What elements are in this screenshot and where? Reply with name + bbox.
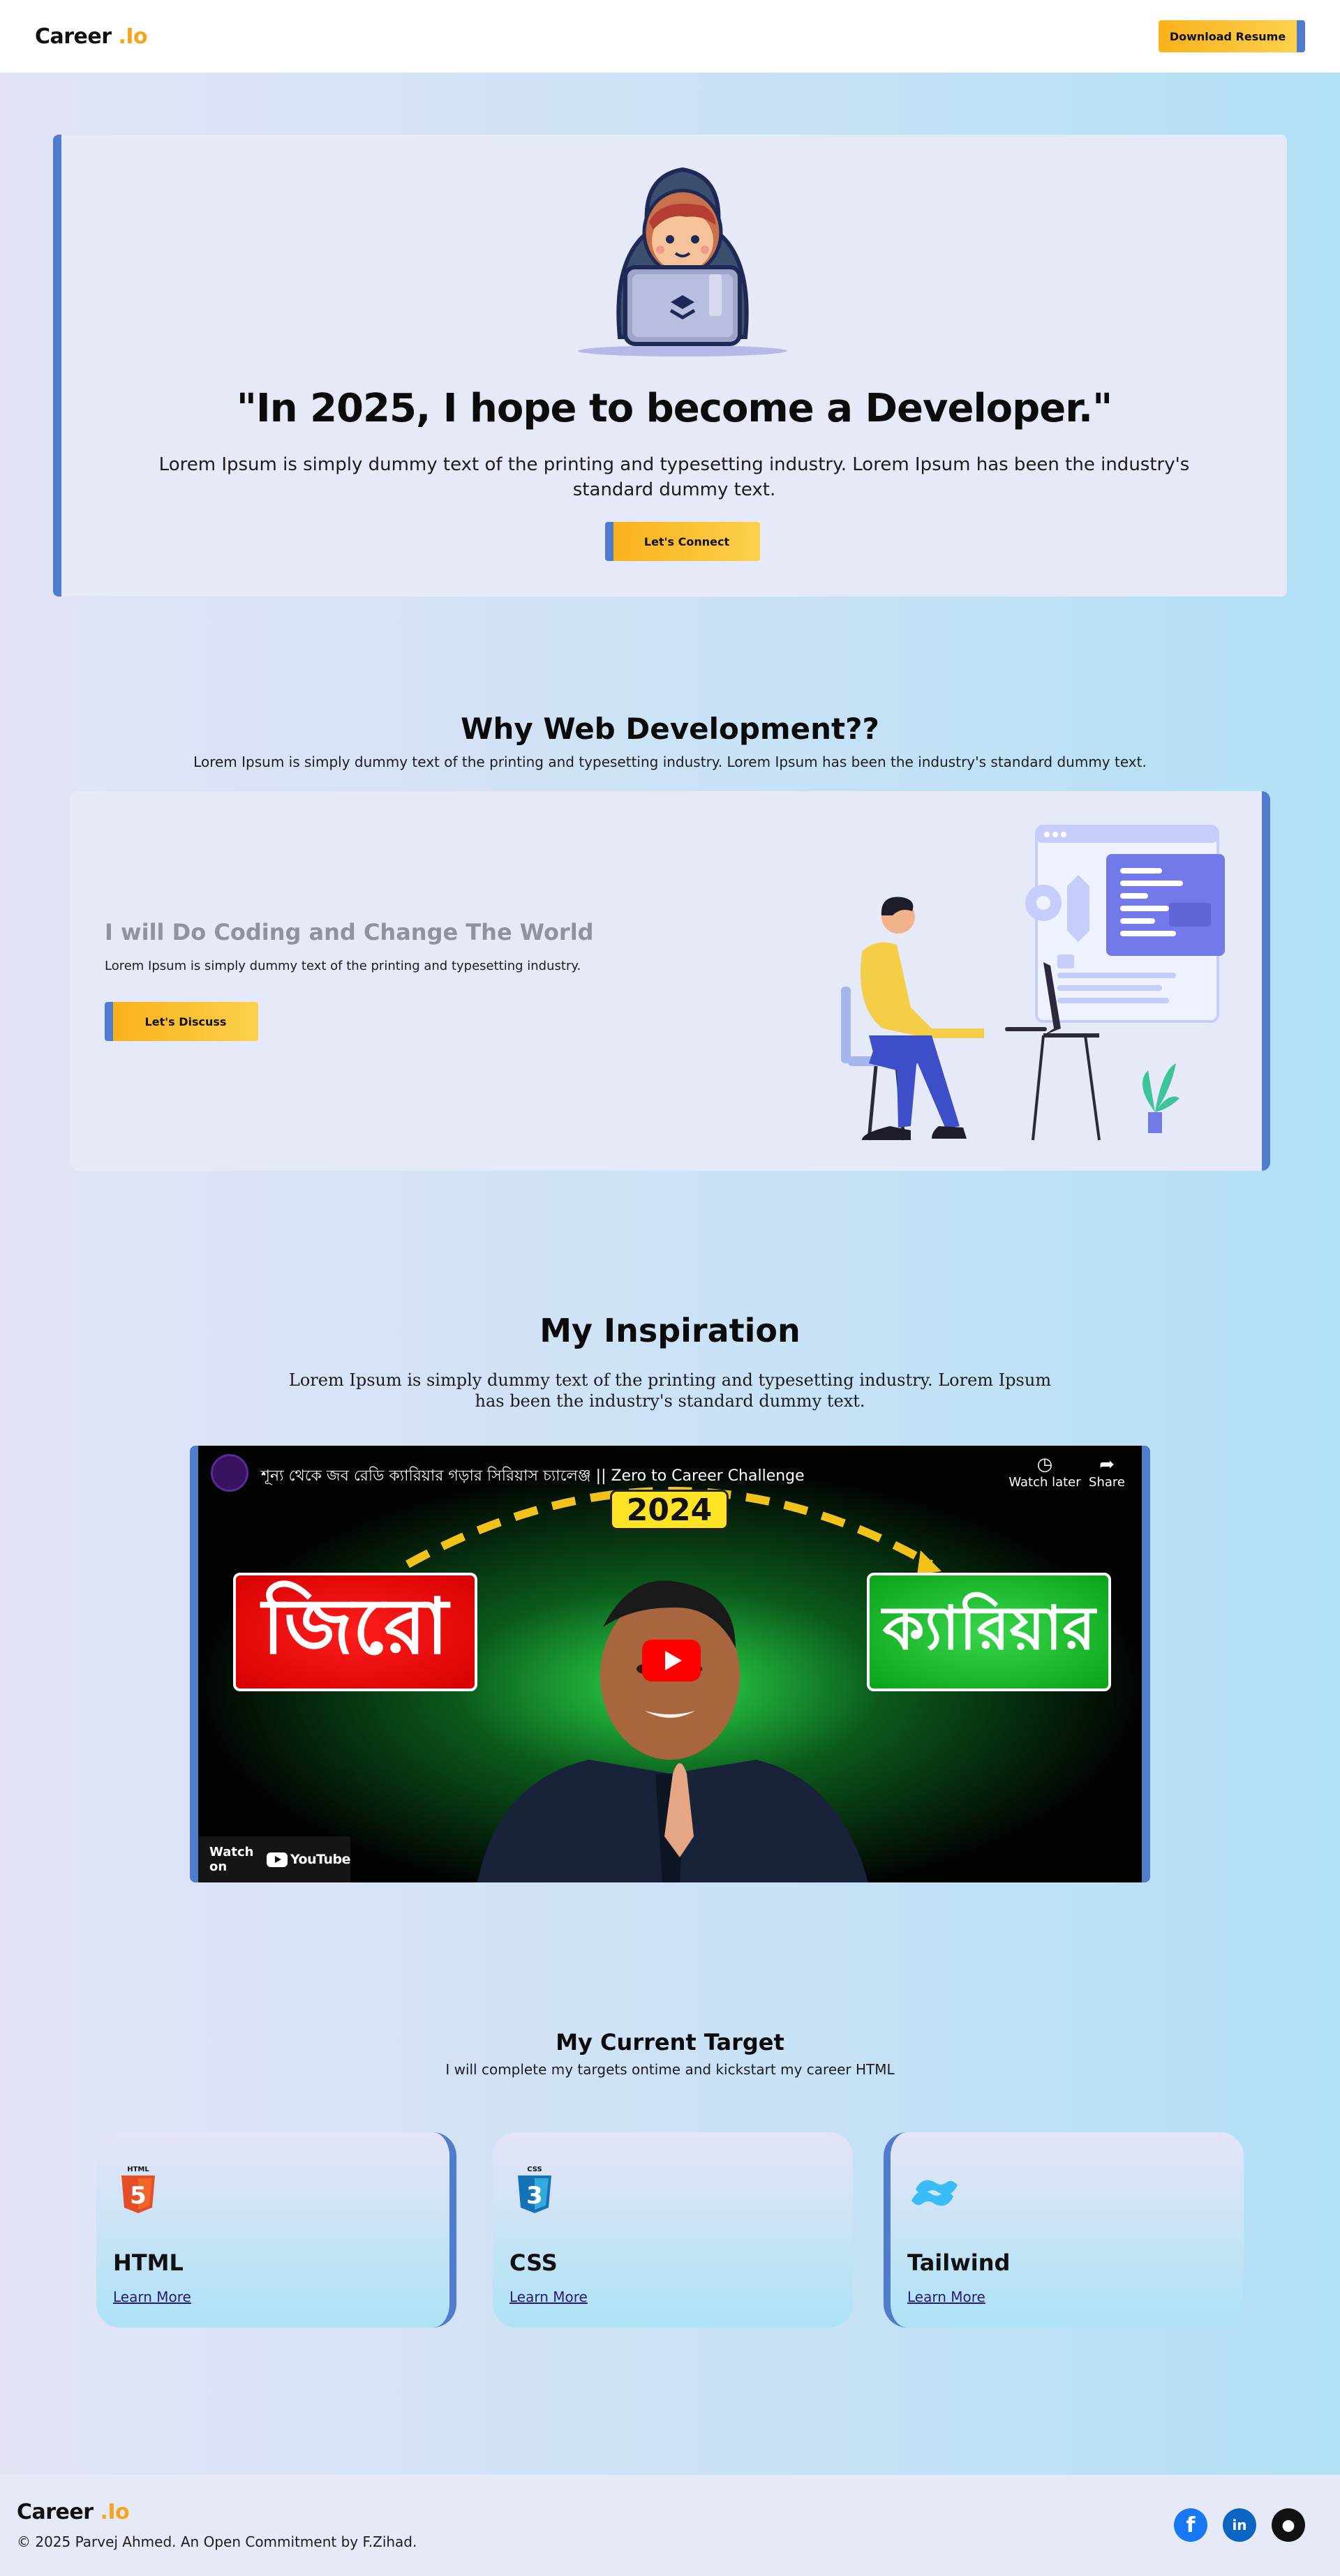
html-digit: 5 (130, 2182, 147, 2210)
target-name: Tailwind (907, 2249, 1011, 2276)
lets-connect-button[interactable]: Let's Connect (605, 522, 760, 561)
target-card-css: CSS 3 CSS Learn More (493, 2132, 853, 2328)
facebook-icon[interactable]: f (1174, 2508, 1207, 2542)
learn-more-link[interactable]: Learn More (113, 2289, 191, 2305)
play-button[interactable] (642, 1640, 701, 1682)
footer-brand-accent: .Io (100, 2500, 130, 2524)
why-card-text: Lorem Ipsum is simply dummy text of the … (105, 959, 581, 973)
html5-icon: HTML 5 (121, 2166, 155, 2213)
thumbnail-left-word: জিরো (233, 1573, 477, 1691)
clock-icon: ◷ (1036, 1454, 1053, 1475)
share-label: Share (1089, 1475, 1125, 1490)
hero-title: "In 2025, I hope to become a Developer." (236, 386, 1113, 431)
github-glyph: ● (1281, 2516, 1295, 2534)
css3-icon: CSS 3 (518, 2166, 551, 2213)
youtube-video-embed[interactable]: শূন্য থেকে জব রেডি ক্যারিয়ার গড়ার সিরি… (190, 1446, 1150, 1882)
top-navbar: Career .Io Download Resume (0, 0, 1340, 73)
learn-more-link[interactable]: Learn More (509, 2289, 588, 2305)
github-icon[interactable]: ● (1272, 2508, 1305, 2542)
thumbnail-right-word: ক্যারিয়ার (867, 1573, 1111, 1691)
brand-name: Career (35, 24, 112, 49)
inspiration-text: Lorem Ipsum is simply dummy text of the … (288, 1370, 1052, 1411)
youtube-wordmark: YouTube (290, 1852, 350, 1867)
why-section-subtitle: Lorem Ipsum is simply dummy text of the … (193, 754, 1147, 770)
hero-text: Lorem Ipsum is simply dummy text of the … (158, 454, 1190, 500)
footer-brand-name: Career (17, 2500, 94, 2524)
year-badge: 2024 (610, 1490, 729, 1530)
targets-section-title: My Current Target (556, 2029, 784, 2055)
brand-accent: .Io (118, 24, 148, 49)
why-section-title: Why Web Development?? (461, 712, 879, 746)
target-cards: HTML 5 HTML Learn More CSS 3 CSS Learn M… (96, 2132, 1244, 2328)
target-name: CSS (509, 2249, 558, 2276)
learn-more-link[interactable]: Learn More (907, 2289, 985, 2305)
developer-with-laptop-icon (578, 167, 787, 357)
tailwind-icon (911, 2180, 958, 2206)
footer: Career .Io © 2025 Parvej Ahmed. An Open … (0, 2475, 1340, 2576)
video-title[interactable]: শূন্য থেকে জব রেডি ক্যারিয়ার গড়ার সিরি… (261, 1464, 805, 1490)
inspiration-section-title: My Inspiration (539, 1312, 801, 1349)
html-badge-text: HTML (127, 2166, 149, 2173)
channel-avatar[interactable] (211, 1454, 248, 1492)
watch-later-button[interactable]: ◷ Watch later (1006, 1454, 1083, 1490)
youtube-play-icon (267, 1852, 288, 1867)
youtube-logo-icon: YouTube (267, 1852, 350, 1867)
target-card-tailwind: Tailwind Learn More (884, 2132, 1244, 2328)
target-card-html: HTML 5 HTML Learn More (96, 2132, 456, 2328)
hero-card: "In 2025, I hope to become a Developer."… (53, 135, 1287, 597)
person-coding-at-desk-icon (841, 825, 1225, 1141)
footer-brand-logo[interactable]: Career .Io (17, 2500, 130, 2524)
watch-later-label: Watch later (1008, 1475, 1081, 1490)
watch-on-youtube-button[interactable]: Watch on YouTube (198, 1836, 350, 1882)
lets-discuss-button[interactable]: Let's Discuss (105, 1002, 258, 1041)
css-badge-text: CSS (527, 2166, 542, 2173)
why-card: I will Do Coding and Change The World Lo… (70, 791, 1270, 1171)
share-arrow-icon: ➦ (1099, 1454, 1115, 1475)
linkedin-glyph: in (1232, 2517, 1247, 2533)
share-button[interactable]: ➦ Share (1085, 1454, 1129, 1490)
targets-section-subtitle: I will complete my targets ontime and ki… (445, 2061, 895, 2078)
css-digit: 3 (526, 2182, 543, 2210)
copyright-text: © 2025 Parvej Ahmed. An Open Commitment … (17, 2533, 417, 2550)
facebook-glyph: f (1186, 2513, 1196, 2538)
why-card-heading: I will Do Coding and Change The World (105, 919, 594, 945)
linkedin-icon[interactable]: in (1223, 2508, 1256, 2542)
target-name: HTML (113, 2249, 184, 2276)
brand-logo[interactable]: Career .Io (35, 24, 148, 49)
page: Career .Io Download Resume "In 2025, I h… (0, 0, 1340, 2576)
download-resume-button[interactable]: Download Resume (1159, 20, 1305, 52)
watch-on-label: Watch on (209, 1845, 254, 1874)
